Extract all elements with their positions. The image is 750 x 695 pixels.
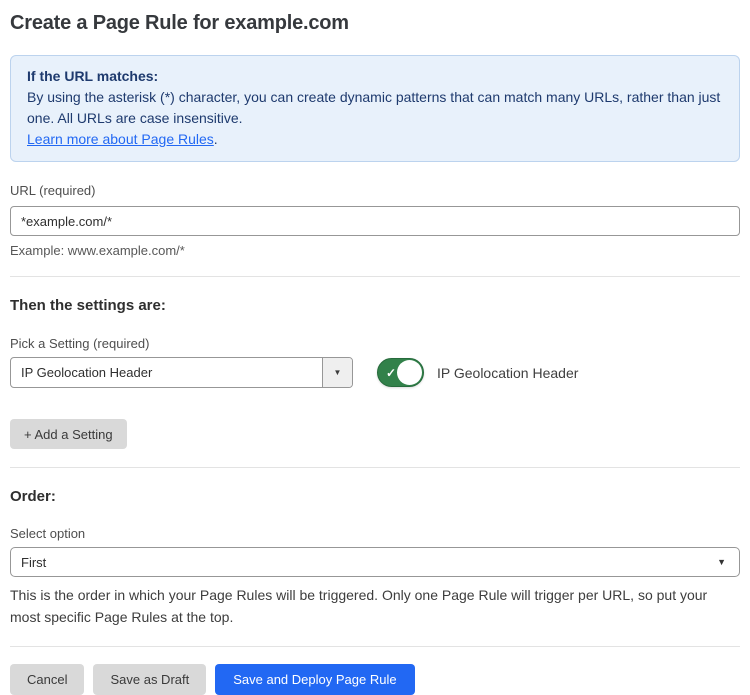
chevron-down-icon: ▼	[322, 358, 352, 387]
divider	[10, 646, 740, 647]
divider	[10, 467, 740, 468]
save-and-deploy-button[interactable]: Save and Deploy Page Rule	[215, 664, 414, 695]
link-period: .	[214, 131, 218, 147]
cancel-button[interactable]: Cancel	[10, 664, 84, 695]
url-matches-info-box: If the URL matches: By using the asteris…	[10, 55, 740, 162]
info-box-body: By using the asterisk (*) character, you…	[27, 87, 723, 129]
pick-setting-label: Pick a Setting (required)	[10, 336, 740, 351]
setting-toggle-label: IP Geolocation Header	[437, 365, 578, 381]
setting-dropdown[interactable]: IP Geolocation Header ▼	[10, 357, 353, 388]
settings-section-heading: Then the settings are:	[10, 297, 740, 314]
url-field-label: URL (required)	[10, 183, 740, 198]
order-helper-text: This is the order in which your Page Rul…	[10, 584, 740, 628]
page-title: Create a Page Rule for example.com	[10, 12, 740, 35]
chevron-down-icon: ▼	[717, 557, 726, 567]
info-box-link-line: Learn more about Page Rules.	[27, 129, 723, 150]
order-select-value: First	[21, 555, 46, 570]
check-icon: ✓	[386, 366, 396, 380]
setting-dropdown-value: IP Geolocation Header	[11, 358, 322, 387]
setting-row: IP Geolocation Header ▼ ✓ IP Geolocation…	[10, 357, 740, 388]
add-setting-button[interactable]: + Add a Setting	[10, 419, 127, 449]
info-box-heading: If the URL matches:	[27, 66, 723, 87]
save-as-draft-button[interactable]: Save as Draft	[93, 664, 206, 695]
divider	[10, 276, 740, 277]
footer-actions: Cancel Save as Draft Save and Deploy Pag…	[10, 664, 740, 695]
order-section-heading: Order:	[10, 488, 740, 505]
toggle-knob	[397, 360, 422, 385]
order-select-label: Select option	[10, 526, 740, 541]
url-example-helper: Example: www.example.com/*	[10, 243, 740, 258]
learn-more-link[interactable]: Learn more about Page Rules	[27, 131, 214, 147]
setting-toggle[interactable]: ✓	[377, 358, 424, 387]
order-select[interactable]: First ▼	[10, 547, 740, 577]
url-input[interactable]	[10, 206, 740, 236]
